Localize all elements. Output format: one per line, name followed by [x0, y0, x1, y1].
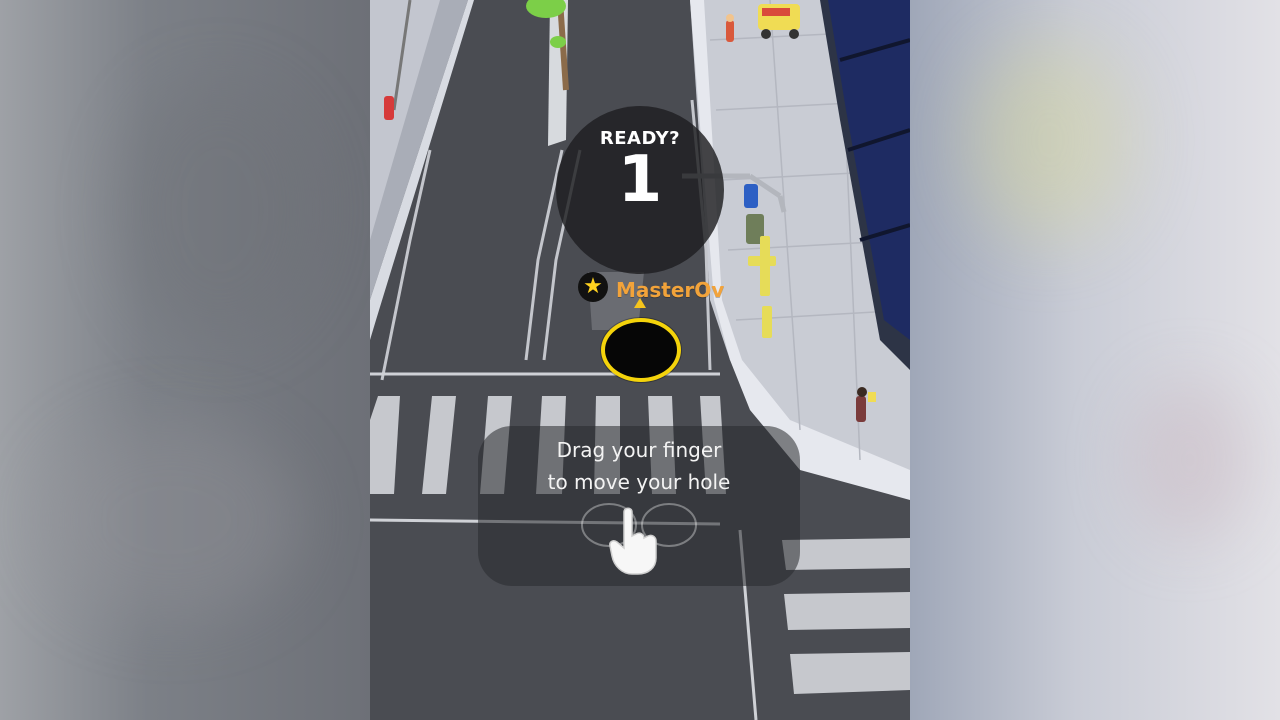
player-hole[interactable] — [601, 318, 681, 382]
tutorial-hint: Drag your finger to move your hole — [478, 426, 800, 586]
pointing-hand-icon — [609, 507, 657, 575]
player-name: MasterOv — [616, 278, 725, 302]
countdown-circle: READY? 1 — [556, 106, 724, 274]
tutorial-line-2: to move your hole — [547, 470, 731, 494]
fire-hydrant — [384, 96, 394, 120]
blurred-background-left — [0, 0, 370, 720]
player-pointer-icon — [634, 298, 646, 308]
tutorial-line-1: Drag your finger — [556, 438, 722, 462]
mailbox — [744, 184, 758, 208]
game-viewport[interactable]: READY? 1 ★ MasterOv Drag your finger to … — [370, 0, 910, 720]
star-icon: ★ — [578, 272, 608, 302]
pedestrian — [726, 14, 734, 42]
blurred-background-right — [910, 0, 1280, 720]
countdown-number: 1 — [617, 143, 663, 217]
